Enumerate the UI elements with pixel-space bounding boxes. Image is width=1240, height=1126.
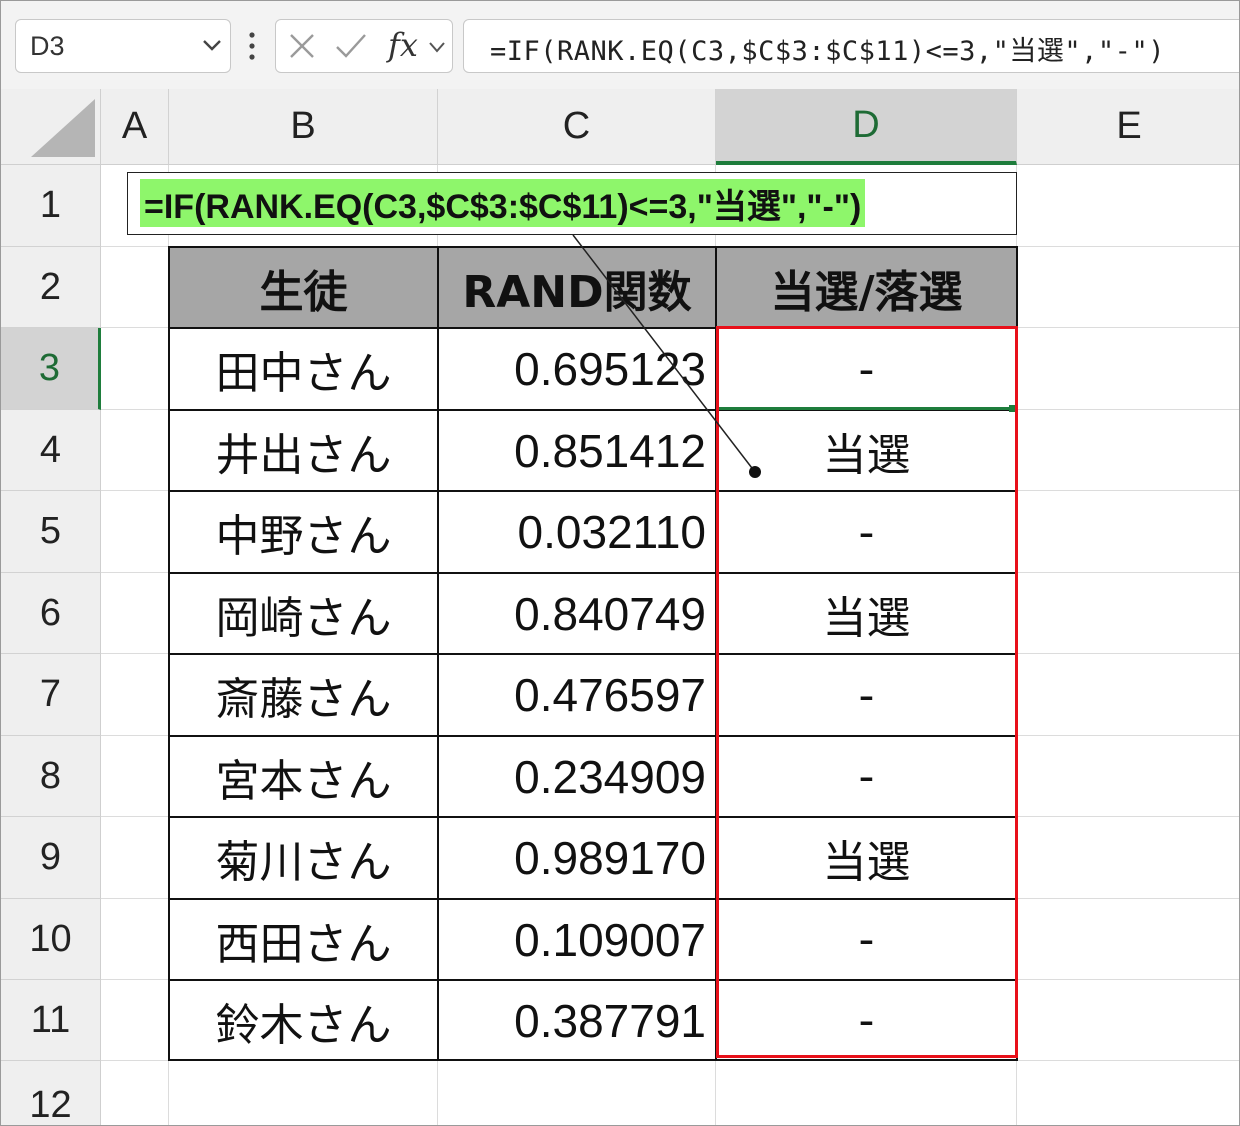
row-header-12[interactable]: 12 [1, 1061, 101, 1125]
table-border [168, 246, 170, 1061]
chevron-down-icon[interactable] [428, 41, 446, 53]
cell-rand-value[interactable]: 0.234909 [438, 736, 716, 817]
formula-text: =IF(RANK.EQ(C3,$C$3:$C$11)<=3,"当選","-") [490, 36, 1165, 67]
cell-rand-value[interactable]: 0.840749 [438, 573, 716, 654]
formula-callout: =IF(RANK.EQ(C3,$C$3:$C$11)<=3,"当選","-") [127, 172, 1017, 235]
cancel-icon[interactable] [288, 32, 316, 60]
cell-name[interactable]: 宮本さん [169, 736, 438, 817]
row-header-3[interactable]: 3 [1, 328, 101, 410]
row-header-5[interactable]: 5 [1, 491, 101, 573]
callout-formula-text: =IF(RANK.EQ(C3,$C$3:$C$11)<=3,"当選","-") [140, 179, 866, 227]
cell-rand-value[interactable]: 0.109007 [438, 899, 716, 980]
row-header-11[interactable]: 11 [1, 980, 101, 1061]
column-header-c[interactable]: C [438, 89, 716, 165]
table-border [168, 1059, 1018, 1061]
row-header-6[interactable]: 6 [1, 573, 101, 654]
cell-name[interactable]: 鈴木さん [169, 980, 438, 1061]
select-all-corner[interactable] [1, 89, 101, 165]
row-header-10[interactable]: 10 [1, 899, 101, 980]
spreadsheet-window: D3 fx =IF(RANK.EQ(C3,$C$3:$C$11)<=3,"当選"… [0, 0, 1240, 1126]
cell-name[interactable]: 田中さん [169, 328, 438, 410]
cell-name[interactable]: 中野さん [169, 491, 438, 573]
column-header-b[interactable]: B [169, 89, 438, 165]
cell-name[interactable]: 岡崎さん [169, 573, 438, 654]
row-header-9[interactable]: 9 [1, 817, 101, 899]
name-box-value: D3 [30, 31, 65, 61]
header-cell-rand[interactable]: RAND関数 [438, 247, 716, 328]
cell-name[interactable]: 斎藤さん [169, 654, 438, 736]
cell-rand-value[interactable]: 0.032110 [438, 491, 716, 573]
formula-bar: D3 fx =IF(RANK.EQ(C3,$C$3:$C$11)<=3,"当選"… [1, 1, 1239, 89]
cell-rand-value[interactable]: 0.476597 [438, 654, 716, 736]
name-box[interactable]: D3 [15, 19, 231, 73]
cell-rand-value[interactable]: 0.851412 [438, 410, 716, 491]
row-header-2[interactable]: 2 [1, 247, 101, 328]
row-header-1[interactable]: 1 [1, 165, 101, 247]
chevron-down-icon[interactable] [202, 38, 222, 52]
row-header-7[interactable]: 7 [1, 654, 101, 736]
row-header-8[interactable]: 8 [1, 736, 101, 817]
header-cell-student[interactable]: 生徒 [169, 247, 438, 328]
row-header-4[interactable]: 4 [1, 410, 101, 491]
cell-name[interactable]: 菊川さん [169, 817, 438, 899]
more-options-icon[interactable] [245, 29, 259, 63]
cell-name[interactable]: 西田さん [169, 899, 438, 980]
cell-rand-value[interactable]: 0.989170 [438, 817, 716, 899]
insert-function-icon[interactable]: fx [388, 26, 418, 64]
cell-rand-value[interactable]: 0.387791 [438, 980, 716, 1061]
enter-check-icon[interactable] [334, 32, 368, 60]
formula-input[interactable]: =IF(RANK.EQ(C3,$C$3:$C$11)<=3,"当選","-") [463, 19, 1239, 73]
header-cell-result[interactable]: 当選/落選 [716, 247, 1017, 328]
column-header-e[interactable]: E [1017, 89, 1239, 165]
select-all-triangle-icon [31, 99, 95, 157]
formula-controls: fx [275, 19, 453, 73]
cell-rand-value[interactable]: 0.695123 [438, 328, 716, 410]
table-border [168, 246, 1018, 248]
column-header-a[interactable]: A [101, 89, 169, 165]
table-border [437, 246, 439, 1061]
column-header-d[interactable]: D [716, 89, 1017, 165]
cell-name[interactable]: 井出さん [169, 410, 438, 491]
result-highlight-box [716, 326, 1018, 1058]
